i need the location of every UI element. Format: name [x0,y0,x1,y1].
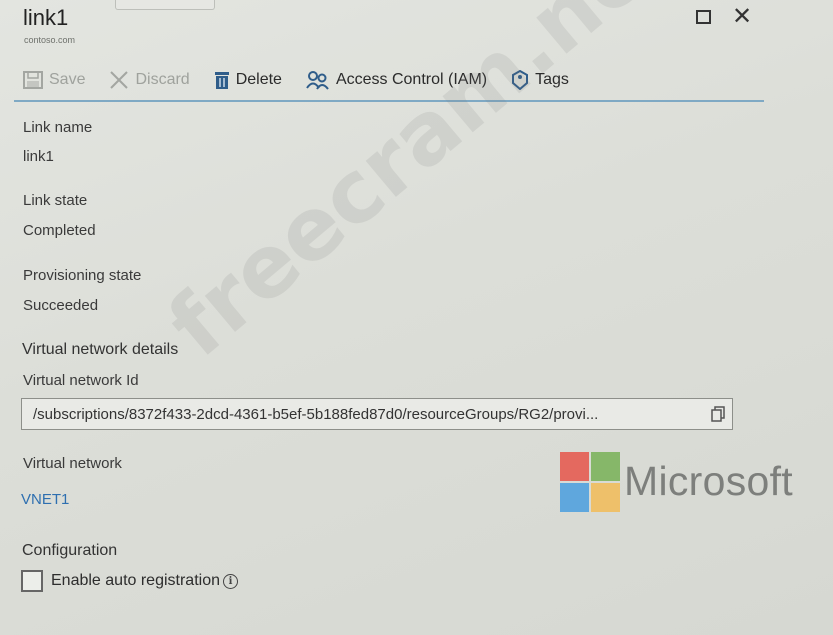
link-state-label: Link state [23,192,88,209]
vnet-label: Virtual network [23,455,122,472]
blade-title: link1 [23,5,69,30]
auto-registration-checkbox[interactable] [21,570,43,592]
browser-tab-stub [115,0,215,10]
link-name-value: link1 [23,148,54,165]
tags-button[interactable]: Tags [511,65,569,95]
vnet-id-value: /subscriptions/8372f433-2dcd-4361-b5ef-5… [33,405,599,423]
link-name-label: Link name [23,119,93,136]
vnet-id-label: Virtual network Id [23,372,139,389]
close-icon: ✕ [731,3,753,30]
microsoft-wordmark: Microsoft [624,458,794,504]
delete-button[interactable]: Delete [214,65,282,95]
discard-button[interactable]: Discard [109,65,190,95]
vnet-details-heading: Virtual network details [22,341,179,358]
vnet-link[interactable]: VNET1 [21,491,69,508]
save-label: Save [49,71,86,88]
users-icon [306,71,329,90]
link-state-value: Completed [23,222,96,239]
discard-label: Discard [135,71,190,88]
watermark: freecram.net [150,0,698,377]
discard-icon [110,71,129,89]
command-toolbar: Save Discard Delete Access Control (IAM) [14,60,764,102]
vnet-id-field[interactable]: /subscriptions/8372f433-2dcd-4361-b5ef-5… [21,398,733,430]
trash-icon [214,72,229,89]
configuration-heading: Configuration [22,542,118,559]
blade-subtitle: contoso.com [24,35,76,45]
save-icon [23,71,43,89]
maximize-icon [695,10,711,24]
save-button[interactable]: Save [23,65,85,95]
copy-button[interactable] [704,400,732,428]
auto-registration-row: Enable auto registration i [21,570,238,592]
microsoft-logo [560,452,620,512]
tag-icon [512,70,529,90]
close-button[interactable]: ✕ [731,3,753,30]
maximize-button[interactable] [692,6,714,28]
provisioning-state-label: Provisioning state [23,267,142,284]
tags-label: Tags [535,71,569,88]
provisioning-state-value: Succeeded [23,297,99,314]
delete-label: Delete [235,71,282,88]
info-icon[interactable]: i [223,573,238,589]
copy-icon [711,406,725,422]
auto-registration-label: Enable auto registration [51,572,220,589]
access-control-label: Access Control (IAM) [335,71,488,88]
access-control-button[interactable]: Access Control (IAM) [306,65,487,95]
